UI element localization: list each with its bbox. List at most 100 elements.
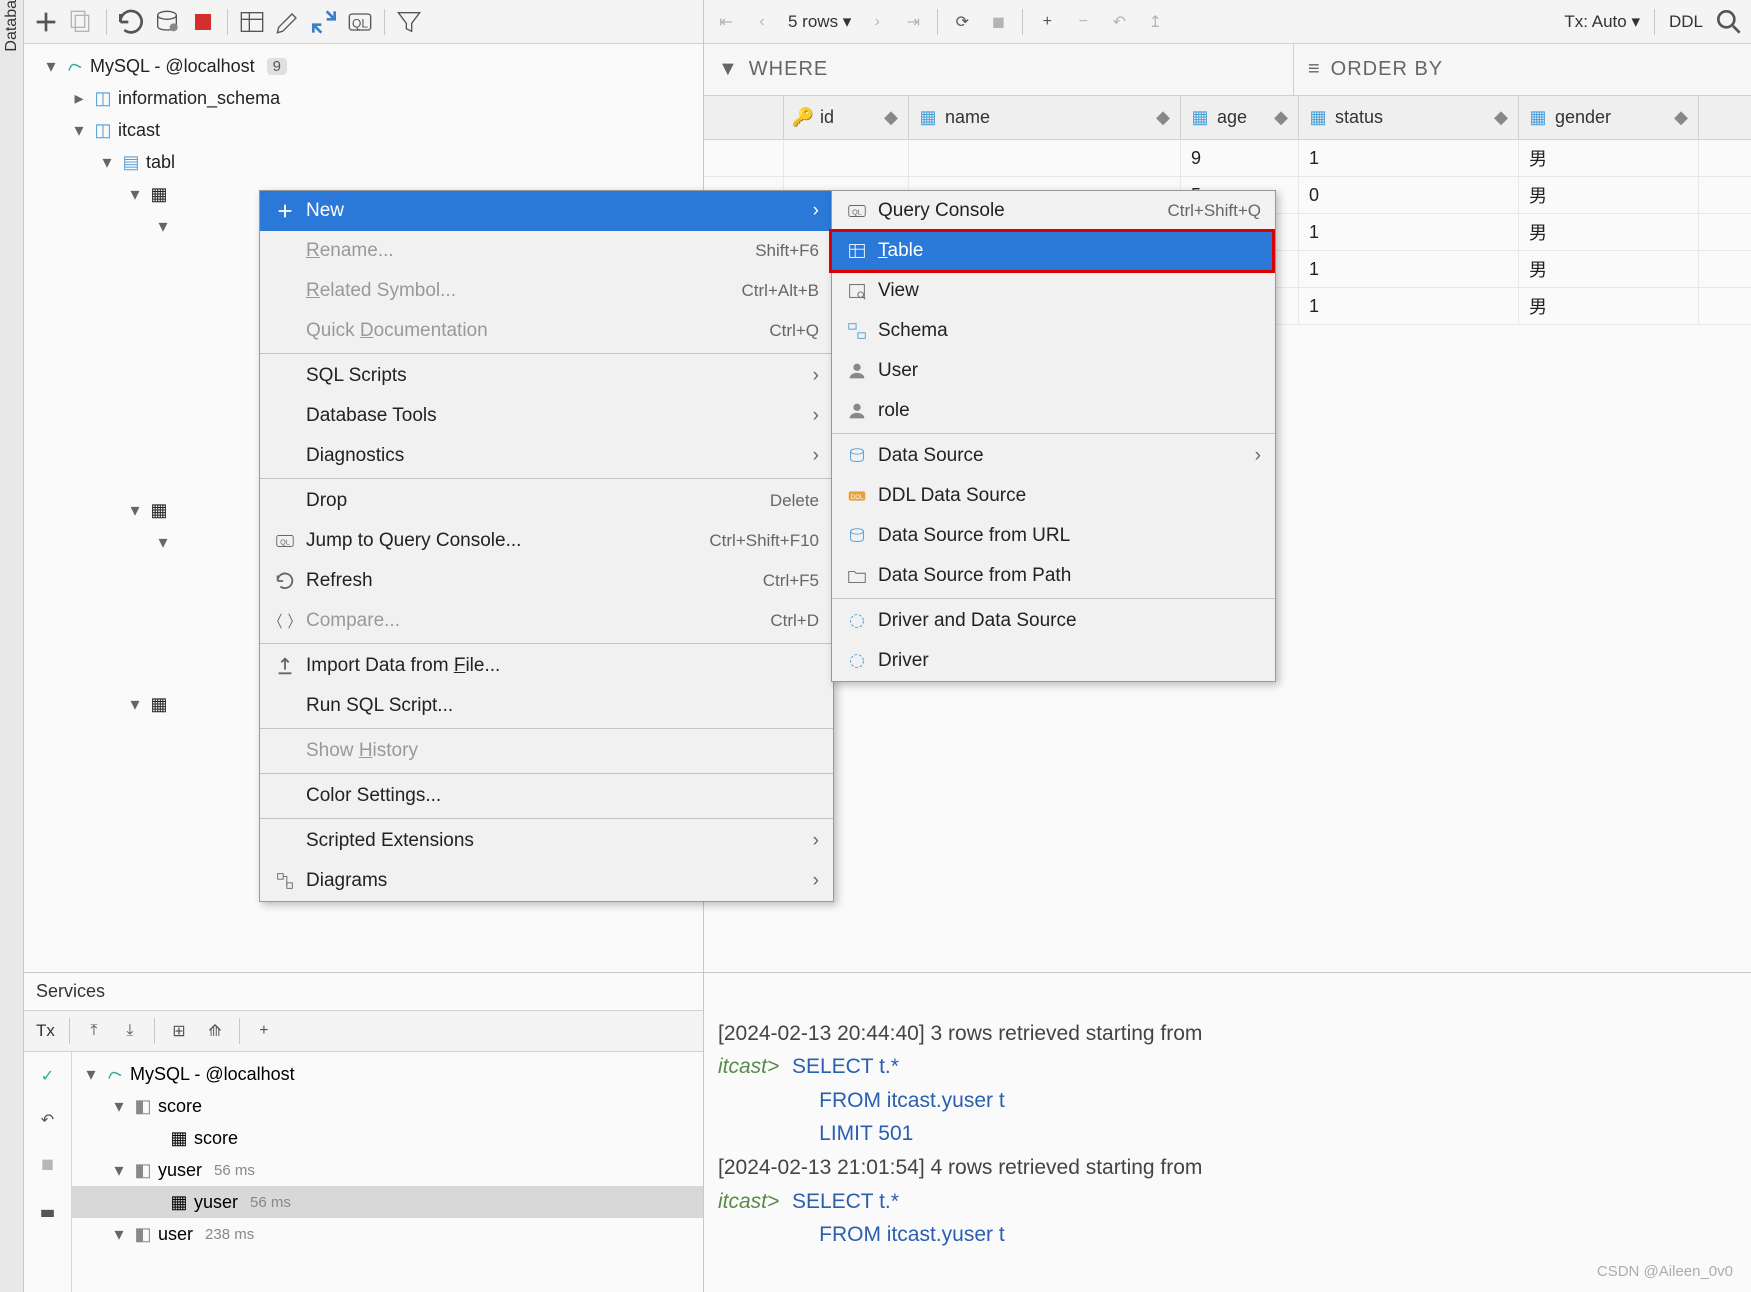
context-submenu-new: QLQuery ConsoleCtrl+Shift+QTable View Sche…	[831, 190, 1276, 682]
sort-icon[interactable]: ◆	[1494, 107, 1508, 128]
menu-item-schema[interactable]: Schema	[832, 311, 1275, 351]
sort-icon[interactable]: ◆	[1274, 107, 1288, 128]
menu-item-view[interactable]: View	[832, 271, 1275, 311]
svc-tree-root[interactable]: ▾ MySQL - @localhost	[72, 1058, 703, 1090]
ddl-button[interactable]: DDL	[1663, 12, 1709, 32]
collapse-button[interactable]: ⤓	[114, 1015, 146, 1047]
menu-item-label: Database Tools	[306, 405, 437, 427]
cell-gender[interactable]: 男	[1519, 214, 1699, 250]
cell-status[interactable]: 1	[1299, 251, 1519, 287]
menu-item-run-sql-script-[interactable]: Run SQL Script...	[260, 686, 833, 726]
cell-status[interactable]: 1	[1299, 214, 1519, 250]
column-header-age[interactable]: ▦ age ◆	[1181, 96, 1299, 139]
svc-item-yuser[interactable]: ▾◧yuser56 ms	[72, 1154, 703, 1186]
menu-item-diagrams[interactable]: Diagrams›	[260, 861, 833, 901]
column-header-name[interactable]: ▦name◆	[909, 96, 1181, 139]
refresh-button[interactable]	[115, 6, 147, 38]
sort-icon[interactable]: ◆	[1674, 107, 1688, 128]
rows-label[interactable]: 5 rows ▾	[782, 12, 857, 32]
submenu-arrow-icon: ›	[813, 870, 819, 892]
menu-item-query-console[interactable]: QLQuery ConsoleCtrl+Shift+Q	[832, 191, 1275, 231]
tree-tables-folder[interactable]: ▾ ▤ tabl	[24, 146, 703, 178]
menu-item-data-source-from-url[interactable]: Data Source from URL	[832, 516, 1275, 556]
tree-root[interactable]: ▾ MySQL - @localhost 9	[24, 50, 703, 82]
table-icon: ▦	[150, 501, 168, 519]
orderby-filter[interactable]: ≡ORDER BY	[1294, 44, 1457, 95]
bookmark-button[interactable]: ⟰	[199, 1015, 231, 1047]
column-label: age	[1217, 107, 1247, 128]
menu-item-database-tools[interactable]: Database Tools›	[260, 396, 833, 436]
menu-item-role[interactable]: role	[832, 391, 1275, 431]
menu-item-import-data-from-file-[interactable]: Import Data from File...	[260, 646, 833, 686]
menu-item-jump-to-query-console-[interactable]: QLJump to Query Console...Ctrl+Shift+F10	[260, 521, 833, 561]
sidebar-database-tab[interactable]: Databa	[0, 0, 24, 1292]
cell-name[interactable]	[909, 140, 1181, 176]
menu-item-driver-and-data-source[interactable]: Driver and Data Source	[832, 601, 1275, 641]
menu-item-table[interactable]: Table	[832, 231, 1275, 271]
cell-status[interactable]: 1	[1299, 288, 1519, 324]
cell-status[interactable]: 1	[1299, 140, 1519, 176]
submenu-arrow-icon: ›	[1255, 445, 1261, 467]
menu-item-user[interactable]: User	[832, 351, 1275, 391]
menu-item-driver[interactable]: Driver	[832, 641, 1275, 681]
reload-button[interactable]: ⟳	[946, 6, 978, 38]
svc-item-yuser[interactable]: ▦yuser56 ms	[72, 1186, 703, 1218]
commit-button: ↥	[1139, 6, 1171, 38]
sort-icon[interactable]: ◆	[884, 107, 898, 128]
check-icon[interactable]: ✓	[32, 1060, 64, 1092]
sort-icon[interactable]: ◆	[1156, 107, 1170, 128]
undo-button[interactable]: ↶	[32, 1104, 64, 1136]
add-button[interactable]: +	[248, 1015, 280, 1047]
ds-icon	[846, 525, 868, 547]
menu-item-drop[interactable]: DropDelete	[260, 481, 833, 521]
menu-item-quick-documentation: Quick DocumentationCtrl+Q	[260, 311, 833, 351]
column-header-status[interactable]: ▦status◆	[1299, 96, 1519, 139]
menu-item-data-source[interactable]: Data Source›	[832, 436, 1275, 476]
cell-gender[interactable]: 男	[1519, 140, 1699, 176]
orderby-label: ORDER BY	[1331, 58, 1443, 81]
cell-gender[interactable]: 男	[1519, 288, 1699, 324]
cell-gender[interactable]: 男	[1519, 177, 1699, 213]
expand-button[interactable]: ⤒	[78, 1015, 110, 1047]
table-row[interactable]: 91男	[704, 140, 1751, 177]
col-icon: ▦	[1191, 109, 1209, 127]
manage-button[interactable]	[151, 6, 183, 38]
menu-shortcut: Ctrl+Alt+B	[742, 281, 819, 301]
cell-age[interactable]: 9	[1181, 140, 1299, 176]
menu-item-diagnostics[interactable]: Diagnostics›	[260, 436, 833, 476]
column-header-gender[interactable]: ▦gender◆	[1519, 96, 1699, 139]
cell-id[interactable]	[784, 140, 909, 176]
tree-schema-itcast[interactable]: ▾ ◫ itcast	[24, 114, 703, 146]
svc-item-user[interactable]: ▾◧user238 ms	[72, 1218, 703, 1250]
jump-button[interactable]	[308, 6, 340, 38]
menu-item-label: View	[878, 280, 919, 302]
edit-button[interactable]	[272, 6, 304, 38]
table-button[interactable]	[236, 6, 268, 38]
cell-status[interactable]: 0	[1299, 177, 1519, 213]
column-header-id[interactable]: 🔑id◆	[784, 96, 909, 139]
ql-button[interactable]: QL	[344, 6, 376, 38]
add-row-button[interactable]: +	[1031, 6, 1063, 38]
menu-item-sql-scripts[interactable]: SQL Scripts›	[260, 356, 833, 396]
svc-item-score[interactable]: ▾◧score	[72, 1090, 703, 1122]
layout-button[interactable]: ▃	[32, 1192, 64, 1224]
filter-button[interactable]	[393, 6, 425, 38]
stop-icon: ◼	[32, 1148, 64, 1180]
svc-item-score[interactable]: ▦score	[72, 1122, 703, 1154]
menu-item-refresh[interactable]: RefreshCtrl+F5	[260, 561, 833, 601]
menu-item-scripted-extensions[interactable]: Scripted Extensions›	[260, 821, 833, 861]
menu-item-ddl-data-source[interactable]: DDLDDL Data Source	[832, 476, 1275, 516]
cell-gender[interactable]: 男	[1519, 251, 1699, 287]
tree-schema-info[interactable]: ▸ ◫ information_schema	[24, 82, 703, 114]
menu-item-label: Driver and Data Source	[878, 610, 1077, 632]
add-button[interactable]	[30, 6, 62, 38]
grid-button[interactable]: ⊞	[163, 1015, 195, 1047]
menu-item-new[interactable]: New›	[260, 191, 833, 231]
menu-item-color-settings-[interactable]: Color Settings...	[260, 776, 833, 816]
search-button[interactable]	[1713, 6, 1745, 38]
where-filter[interactable]: ▼WHERE	[704, 44, 1294, 95]
stop-button[interactable]	[187, 6, 219, 38]
menu-item-label: Drop	[306, 490, 347, 512]
menu-item-data-source-from-path[interactable]: Data Source from Path	[832, 556, 1275, 596]
tx-mode[interactable]: Tx: Auto ▾	[1558, 12, 1646, 32]
